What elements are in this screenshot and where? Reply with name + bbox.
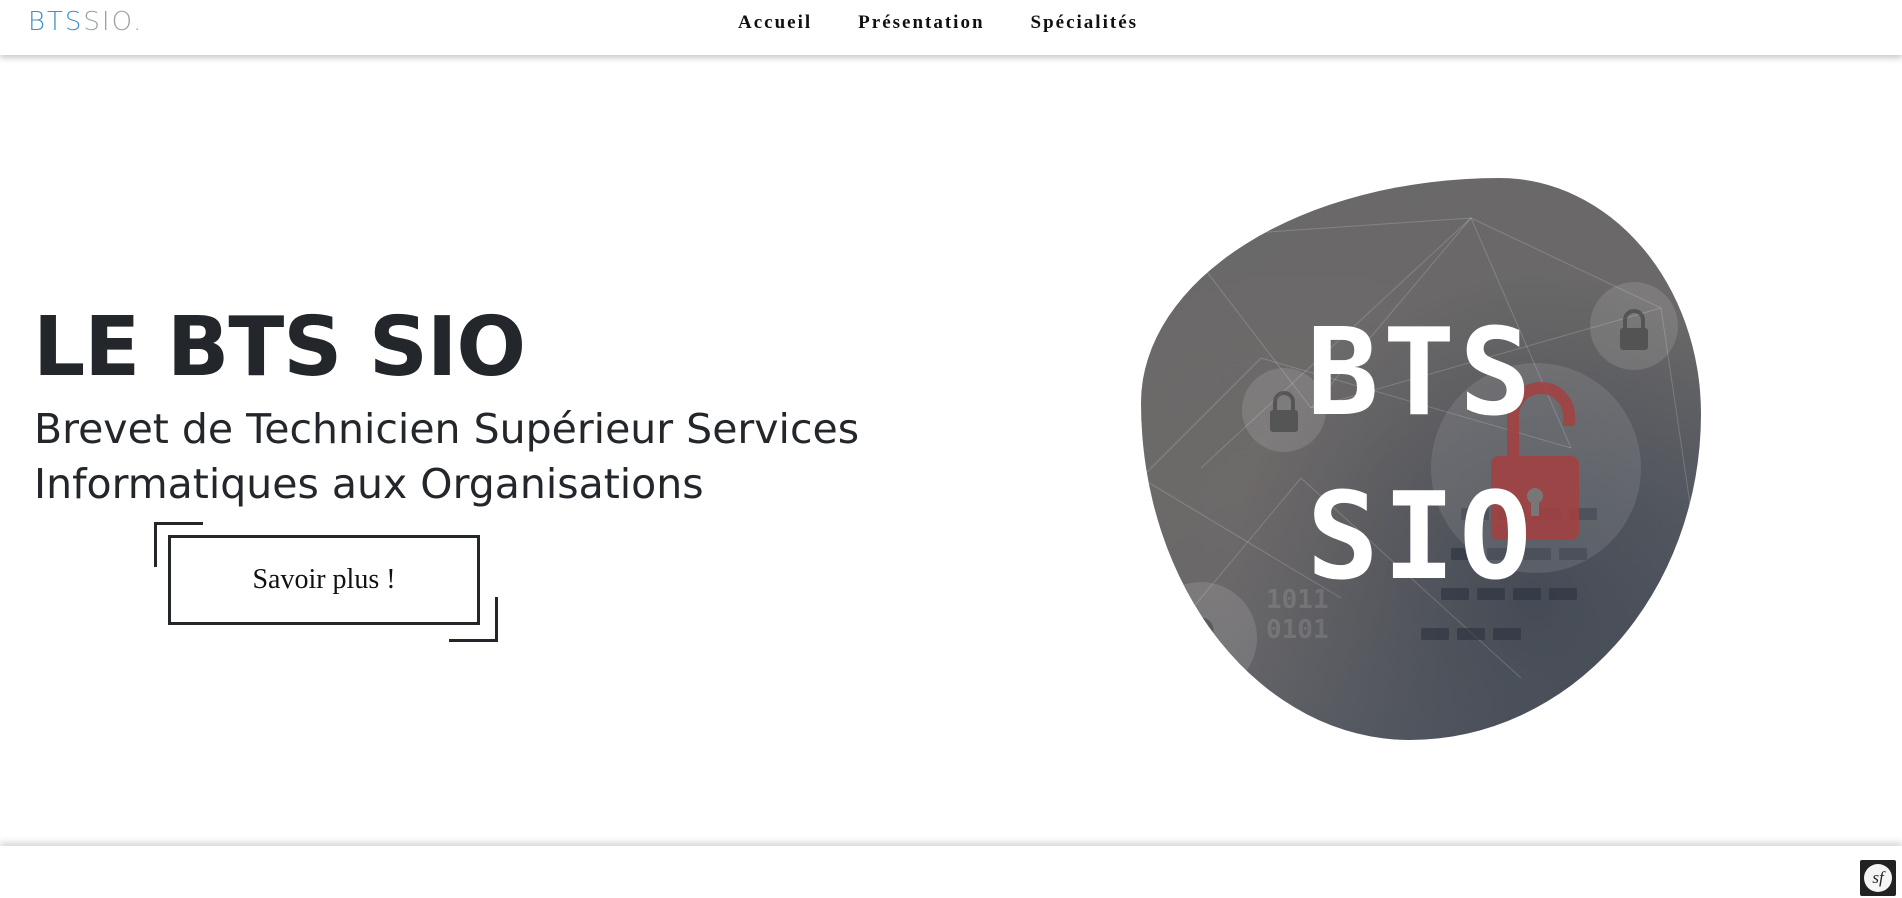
logo-part-sio: SIO xyxy=(83,7,134,37)
savoir-plus-button[interactable]: Savoir plus ! xyxy=(168,535,480,625)
hero-title: LE BTS SIO xyxy=(33,300,526,395)
main-nav: Accueil Présentation Spécialités xyxy=(738,12,1138,34)
hero-subtitle: Brevet de Technicien Supérieur Services … xyxy=(34,405,860,508)
image-text-bts: BTS xyxy=(1306,304,1536,443)
lock-icon xyxy=(1145,582,1257,694)
nav-link-presentation[interactable]: Présentation xyxy=(858,12,984,34)
hero-image: 1011 0101 BTS SIO xyxy=(1141,178,1701,740)
image-text-sio: SIO xyxy=(1306,468,1536,607)
nav-link-accueil[interactable]: Accueil xyxy=(738,12,812,34)
site-logo[interactable]: BTSSIO. xyxy=(28,7,143,37)
top-navbar: BTSSIO. Accueil Présentation Spécialités xyxy=(0,0,1902,55)
logo-dot: . xyxy=(133,7,144,37)
next-section-edge xyxy=(0,846,1902,898)
logo-part-bts: BTS xyxy=(28,7,84,37)
symfony-icon[interactable]: sf xyxy=(1860,860,1896,896)
hero-image-illustration: 1011 0101 xyxy=(1141,217,1701,694)
svg-text:0101: 0101 xyxy=(1266,615,1329,645)
symfony-glyph: sf xyxy=(1864,864,1892,892)
cta-frame: Savoir plus ! xyxy=(154,522,498,642)
nav-link-specialites[interactable]: Spécialités xyxy=(1031,12,1139,34)
